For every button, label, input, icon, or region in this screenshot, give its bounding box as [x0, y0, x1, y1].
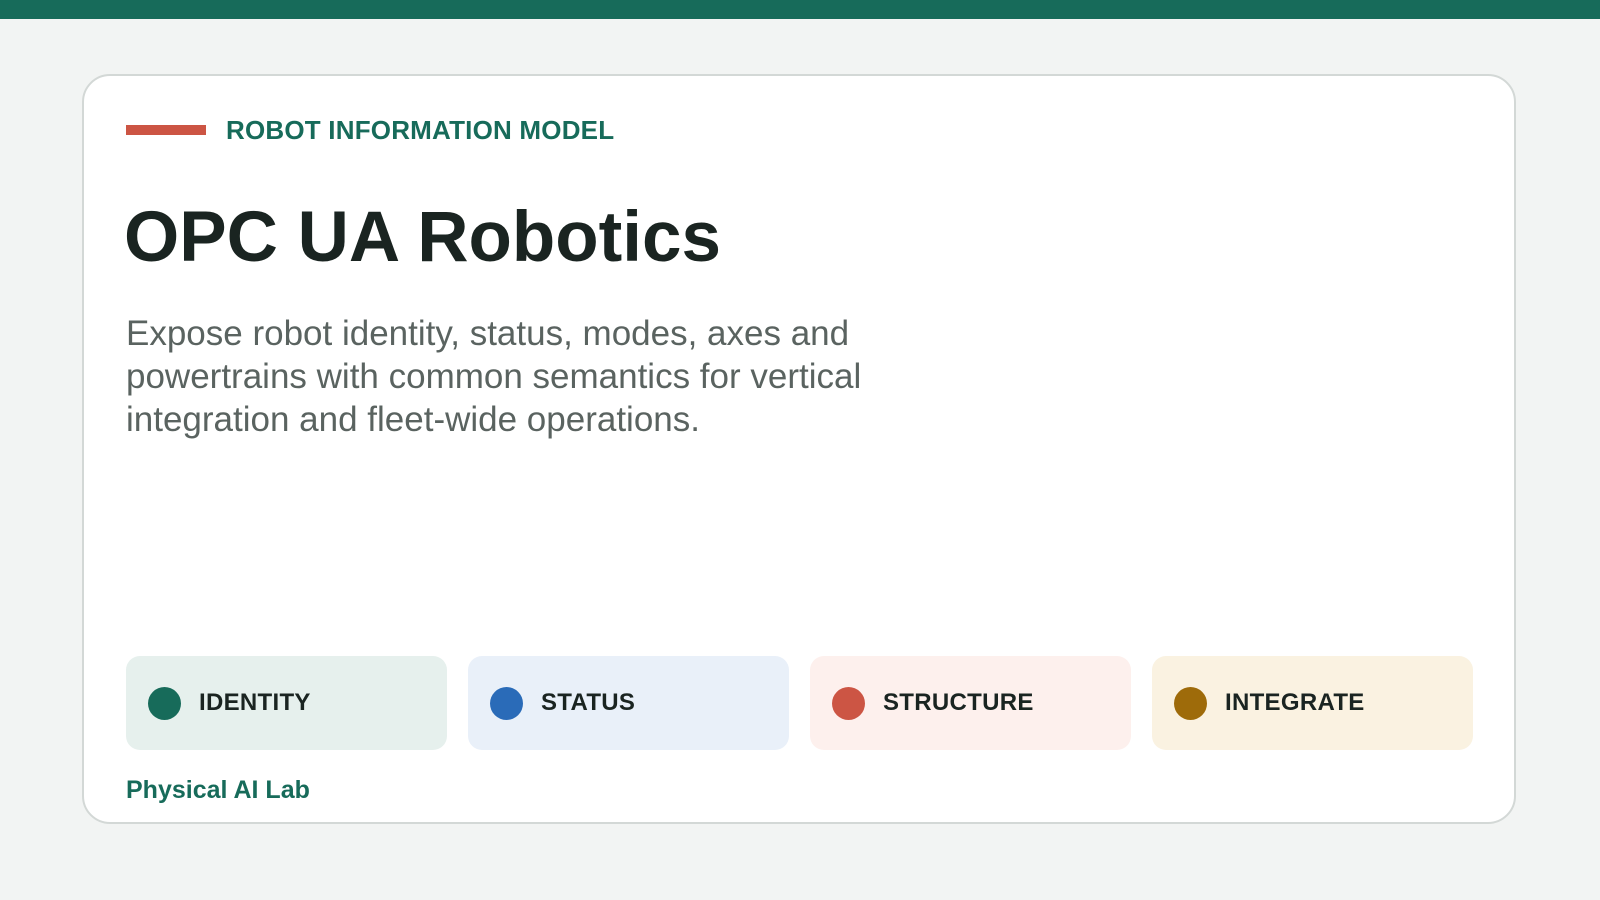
pill-label: INTEGRATE — [1225, 689, 1365, 716]
integrate-dot-icon — [1174, 686, 1207, 720]
structure-dot-icon — [832, 686, 865, 720]
pill-label: STATUS — [541, 689, 636, 716]
top-accent-bar — [0, 0, 1600, 19]
eyebrow-label: ROBOT INFORMATION MODEL — [226, 114, 615, 145]
page-title: OPC UA Robotics — [124, 198, 721, 277]
slide-card: ROBOT INFORMATION MODEL OPC UA Robotics … — [82, 74, 1516, 824]
pill-label: STRUCTURE — [883, 689, 1034, 716]
page-subtitle: Expose robot identity, status, modes, ax… — [126, 314, 862, 439]
status-dot-icon — [490, 686, 523, 720]
identity-dot-icon — [148, 686, 181, 720]
eyebrow: ROBOT INFORMATION MODEL — [126, 114, 615, 145]
pill-identity: IDENTITY — [126, 656, 447, 750]
footer-org: Physical AI Lab — [126, 776, 310, 804]
pill-structure: STRUCTURE — [810, 656, 1131, 750]
pill-status: STATUS — [468, 656, 789, 750]
pill-integrate: INTEGRATE — [1152, 656, 1473, 750]
feature-pills: IDENTITY STATUS STRUCTURE INTEGRATE — [126, 656, 1473, 750]
pill-label: IDENTITY — [199, 689, 311, 716]
eyebrow-accent-bar — [126, 125, 206, 135]
